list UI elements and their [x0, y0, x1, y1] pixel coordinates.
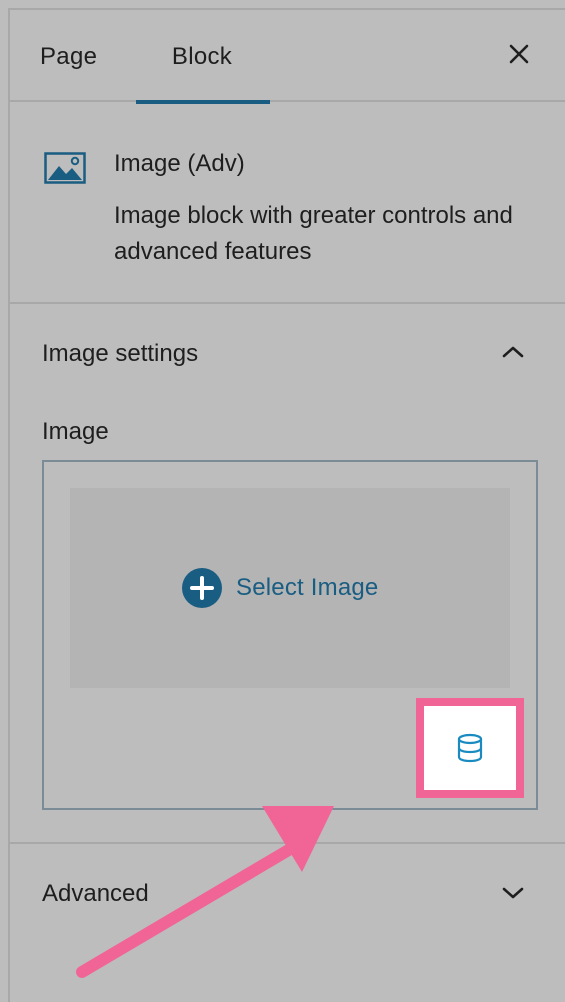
block-title: Image (Adv): [114, 150, 245, 177]
advanced-title: Advanced: [42, 880, 149, 907]
inspector-tabs: Page Block: [10, 10, 565, 104]
block-inspector-panel: Page Block Image (Adv) Image block with …: [8, 8, 565, 1002]
image-field-label: Image: [42, 418, 109, 445]
block-description: Image block with greater controls and ad…: [114, 202, 513, 265]
chevron-up-icon: [502, 346, 524, 358]
database-icon: [457, 733, 483, 763]
select-image-label: Select Image: [236, 574, 379, 601]
image-settings-toggle[interactable]: Image settings: [10, 304, 565, 400]
highlight-frame: [416, 698, 524, 798]
advanced-toggle[interactable]: Advanced: [10, 842, 565, 938]
image-settings-title: Image settings: [42, 340, 199, 367]
select-image-content: Select Image: [182, 568, 378, 608]
dynamic-source-button[interactable]: [424, 706, 516, 790]
tab-page[interactable]: Page: [40, 10, 97, 102]
chevron-down-icon: [502, 887, 524, 899]
image-icon: [44, 152, 86, 184]
plus-circle-icon: [182, 568, 222, 608]
block-card: Image (Adv) Image block with greater con…: [10, 102, 565, 304]
close-icon: [509, 44, 529, 64]
select-image-button[interactable]: Select Image: [70, 488, 510, 688]
close-button[interactable]: [505, 40, 535, 70]
image-control: Select Image: [42, 460, 538, 810]
tab-block[interactable]: Block: [134, 10, 270, 104]
